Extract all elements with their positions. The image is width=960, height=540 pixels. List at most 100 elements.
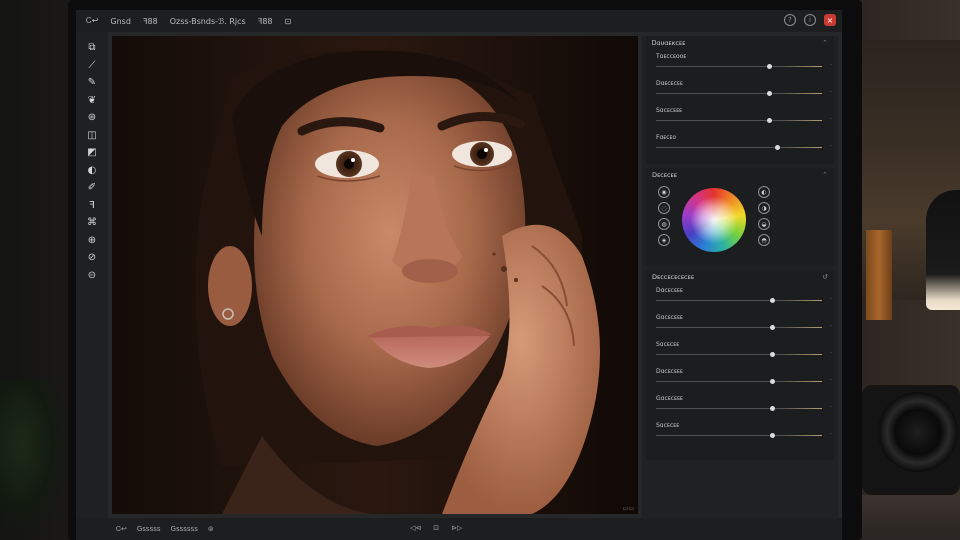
status-item-1[interactable]: Gsssss [137,525,161,533]
brush-tool-icon[interactable]: ✎ [82,75,102,91]
menu-item-4[interactable]: ꟻ88 [258,17,273,26]
adjust-section: Dᴇᴄᴄᴇᴄᴇᴄᴇᴄᴇᴇ ↺ Dɑᴄᴇᴄᴇᴇᴇ · Gɑᴄᴇᴄᴇᴇᴇ · Sɑᴄᴇᴄᴇᴇ… [646,270,834,460]
adjust-slider-row: Dɑᴄᴇᴄᴇᴇᴇ · [646,284,834,311]
adjust-slider-track[interactable] [656,433,822,438]
midtones-icon[interactable]: ◑ [758,202,770,214]
global-icon[interactable]: ◓ [758,234,770,246]
adjust-slider-label: Sɑᴄᴇᴄᴇᴇ [656,422,680,429]
move-tool-icon[interactable]: ⧉ [82,40,102,56]
dodge-tool-icon[interactable]: ◐ [82,163,102,179]
shape-tool-icon[interactable]: ⌘ [82,215,102,231]
fit-button[interactable]: ⊡ [433,524,439,532]
help-icon[interactable]: ? [784,14,796,26]
basic-slider-track[interactable] [656,64,822,69]
gradient-tool-icon[interactable]: ◫ [82,128,102,144]
adjust-slider-track[interactable] [656,352,822,357]
basic-slider-row: Tɑᴇᴄᴄᴇᴏᴏᴇ · [646,50,834,77]
basic-slider-thumb[interactable] [766,91,772,96]
adjust-slider-row: Dɑᴄᴇᴄᴇᴇᴇ · [646,365,834,392]
menu-item-1[interactable]: Gnsd [110,17,131,26]
adjust-slider-label: Dɑᴄᴇᴄᴇᴇᴇ [656,287,683,294]
basic-slider-row: Dɑᴇᴄᴇᴄᴇᴇ · [646,77,834,104]
slider-end-icon: · [830,143,832,150]
adjust-slider-row: Gɑᴄᴇᴄᴇᴇᴇ · [646,392,834,419]
zoom-tool-icon[interactable]: ⊘ [82,250,102,266]
reset-icon[interactable]: ↺ [822,273,828,281]
adjust-section-header[interactable]: Dᴇᴄᴄᴇᴄᴇᴄᴇᴄᴇᴇ ↺ [646,270,834,284]
photo-editor-window: Ꮯ↩ Gnsd ꟻ88 Ozss-Bsnds-ℬ. Rjcs ꟻ88 ⊡ ? i… [76,10,842,540]
basic-slider-track[interactable] [656,91,822,96]
basic-slider-row: Fɑᴇᴄᴇᴏ · [646,131,834,158]
menu-bar: Ꮯ↩ Gnsd ꟻ88 Ozss-Bsnds-ℬ. Rjcs ꟻ88 ⊡ ? i… [76,10,842,32]
shadows-icon[interactable]: ◐ [758,186,770,198]
next-button[interactable]: ⊳▷ [451,524,462,532]
burn-tool-icon[interactable]: ✐ [82,180,102,196]
collapse-icon[interactable]: ⌃ [822,171,828,179]
slider-end-icon: · [830,116,832,123]
adjust-slider-thumb[interactable] [770,352,776,357]
plant-decoration [0,380,70,540]
slider-end-icon: · [830,323,832,330]
info-icon[interactable]: i [804,14,816,26]
adjust-slider-thumb[interactable] [770,325,776,330]
basic-slider-thumb[interactable] [766,118,772,123]
adjust-slider-track[interactable] [656,325,822,330]
color-section: Dᴇᴄᴇᴄᴇᴇ ⌃ ◉ ◌ ◍ ◈ ◐ ◑ ◒ ◓ [646,168,834,266]
color-section-header[interactable]: Dᴇᴄᴇᴄᴇᴇ ⌃ [646,168,834,182]
camera-lens [878,392,958,472]
status-bar: Ꮯ↩ Gsssss Gssssss ⊚ ◁⊲ ⊡ ⊳▷ [76,518,842,540]
color-section-title: Dᴇᴄᴇᴄᴇᴇ [652,171,677,179]
saturation-icon[interactable]: ◌ [658,202,670,214]
adjust-slider-track[interactable] [656,298,822,303]
slider-end-icon: · [830,62,832,69]
status-item-0[interactable]: Ꮯ↩ [116,525,127,534]
books-decoration [866,230,892,320]
slider-end-icon: · [830,431,832,438]
luminance-icon[interactable]: ◍ [658,218,670,230]
basic-slider-track[interactable] [656,118,822,123]
basic-slider-thumb[interactable] [766,64,772,69]
menu-item-0[interactable]: Ꮯ↩ [86,16,98,26]
menu-item-5[interactable]: ⊡ [285,17,292,26]
tools-sidebar: ⧉ ⟋ ✎ ❦ ⊛ ◫ ◩ ◐ ✐ ꟻ ⌘ ⊕ ⊘ ⊝ [76,32,108,518]
close-icon[interactable]: × [824,14,836,26]
crop-tool-icon[interactable]: ⟋ [82,58,102,74]
basic-slider-thumb[interactable] [775,145,781,150]
adjust-slider-thumb[interactable] [770,406,776,411]
hue-icon[interactable]: ◉ [658,186,670,198]
adjustments-panel: Ꭰɑᴜɑᴇᴋᴄᴇᴇ ⌃ Tɑᴇᴄᴄᴇᴏᴏᴇ · Dɑᴇᴄᴇᴄᴇᴇ · Sɑᴄᴇᴄᴇᴇᴇ ·… [642,36,838,518]
prev-button[interactable]: ◁⊲ [410,524,421,532]
adjust-slider-thumb[interactable] [770,433,776,438]
adjust-slider-label: Gɑᴄᴇᴄᴇᴇᴇ [656,395,683,402]
clone-tool-icon[interactable]: ⊛ [82,110,102,126]
status-item-2[interactable]: Gssssss [171,525,198,533]
slider-end-icon: · [830,350,832,357]
hand-tool-icon[interactable]: ⊝ [82,268,102,284]
eyedropper-tool-icon[interactable]: ⊕ [82,233,102,249]
basic-slider-label: Tɑᴇᴄᴄᴇᴏᴏᴇ [656,53,687,60]
picker-icon[interactable]: ◈ [658,234,670,246]
adjust-slider-thumb[interactable] [770,379,776,384]
adjust-slider-thumb[interactable] [770,298,776,303]
basic-section-title: Ꭰɑᴜɑᴇᴋᴄᴇᴇ [652,38,686,47]
photo-canvas[interactable]: ▭▭ [112,36,638,514]
settings-icon[interactable]: ⊚ [208,525,214,533]
menu-item-2[interactable]: ꟻ88 [143,17,158,26]
basic-section-header[interactable]: Ꭰɑᴜɑᴇᴋᴄᴇᴇ ⌃ [646,36,834,50]
collapse-icon[interactable]: ⌃ [822,39,828,47]
basic-slider-row: Sɑᴄᴇᴄᴇᴇᴇ · [646,104,834,131]
mask-tool-icon[interactable]: ◩ [82,145,102,161]
adjust-slider-track[interactable] [656,406,822,411]
menu-item-3[interactable]: Ozss-Bsnds-ℬ. Rjcs [170,17,246,26]
highlights-icon[interactable]: ◒ [758,218,770,230]
basic-slider-track[interactable] [656,145,822,150]
heal-tool-icon[interactable]: ❦ [82,93,102,109]
text-tool-icon[interactable]: ꟻ [82,198,102,214]
color-wheel-center [690,196,738,244]
portrait-image [112,36,638,514]
basic-slider-label: Fɑᴇᴄᴇᴏ [656,134,677,141]
desk-surface [856,495,960,540]
canvas-zoom-label: ▭▭ [622,505,634,512]
adjust-slider-track[interactable] [656,379,822,384]
basic-section: Ꭰɑᴜɑᴇᴋᴄᴇᴇ ⌃ Tɑᴇᴄᴄᴇᴏᴏᴇ · Dɑᴇᴄᴇᴄᴇᴇ · Sɑᴄᴇᴄᴇᴇᴇ ·… [646,36,834,164]
